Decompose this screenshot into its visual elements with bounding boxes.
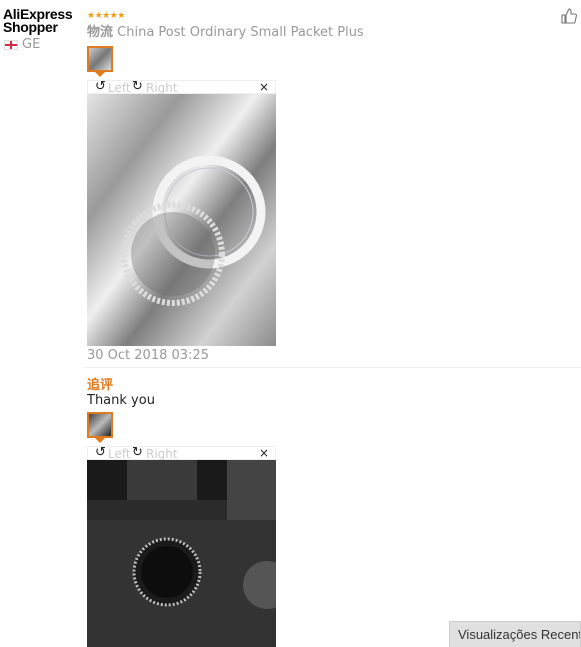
star-rating: ★★★★★	[87, 11, 125, 21]
review-date: 30 Oct 2018 03:25	[87, 348, 209, 363]
photo-thumbnail-2[interactable]	[87, 412, 113, 438]
rotate-right-label[interactable]: Right	[146, 447, 178, 461]
image-viewer-toolbar-2: ↺ Left ↻ Right ×	[87, 445, 276, 461]
rotate-right-icon[interactable]: ↻	[132, 79, 143, 94]
reviewer-country: GE	[4, 37, 40, 52]
thumbnail-caret	[95, 438, 105, 443]
rotate-left-label[interactable]: Left	[108, 81, 131, 95]
rotate-right-icon[interactable]: ↻	[132, 445, 143, 460]
additional-review-label: 追评	[87, 378, 114, 393]
photo-thumbnail-1[interactable]	[87, 46, 113, 72]
thumbnail-caret	[95, 72, 105, 77]
close-icon[interactable]: ×	[259, 80, 269, 94]
logistics-info: 物流 China Post Ordinary Small Packet Plus	[87, 25, 364, 40]
divider	[85, 367, 581, 368]
georgia-flag-icon	[4, 39, 18, 50]
review-photo-1[interactable]	[87, 94, 276, 346]
additional-review-text: Thank you	[87, 393, 155, 408]
close-icon[interactable]: ×	[259, 446, 269, 460]
thumbs-up-icon[interactable]	[561, 8, 577, 24]
image-viewer-toolbar-1: ↺ Left ↻ Right ×	[87, 79, 276, 95]
rotate-left-icon[interactable]: ↺	[95, 79, 106, 94]
rotate-left-icon[interactable]: ↺	[95, 445, 106, 460]
recent-views-tab[interactable]: Visualizações Recent	[449, 621, 581, 647]
review-photo-2[interactable]	[87, 460, 276, 647]
rotate-left-label[interactable]: Left	[108, 447, 131, 461]
reviewer-name: AliExpress Shopper	[3, 6, 73, 35]
rotate-right-label[interactable]: Right	[146, 81, 178, 95]
